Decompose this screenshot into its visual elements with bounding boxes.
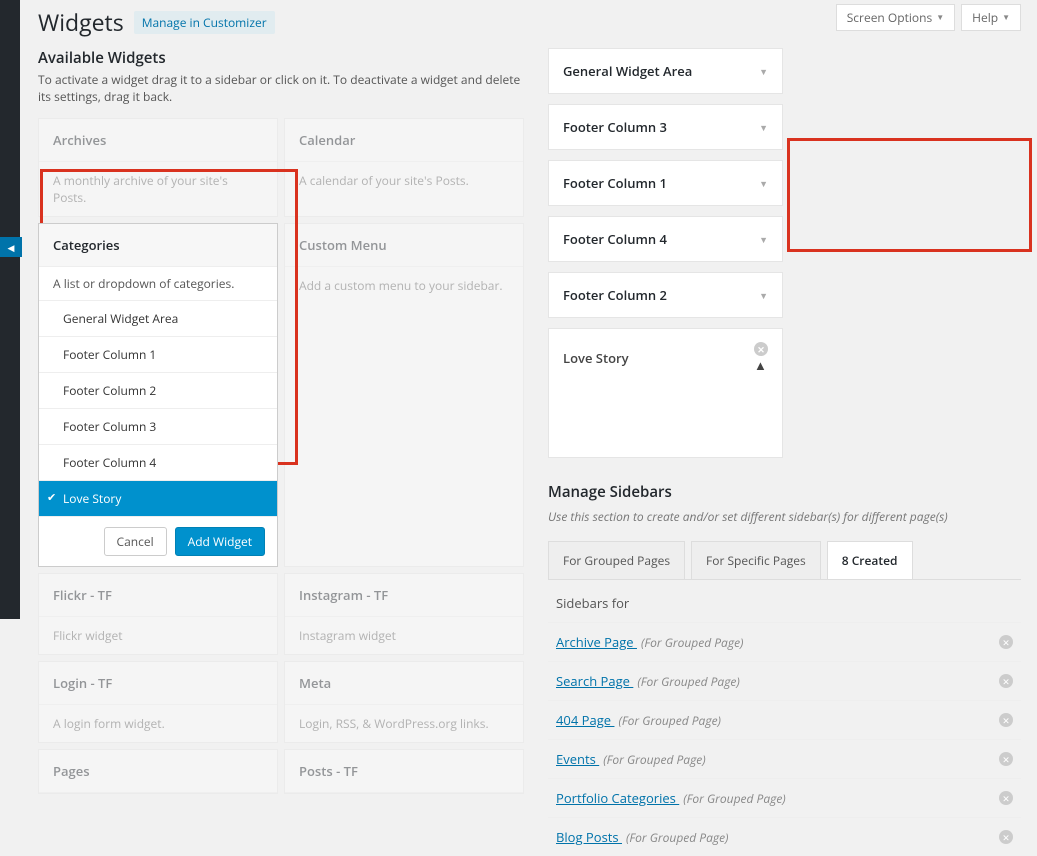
area-option[interactable]: Footer Column 3 [39, 409, 277, 445]
widget-archives[interactable]: Archives A monthly archive of your site'… [38, 118, 278, 217]
delete-icon[interactable]: ✕ [754, 342, 768, 356]
widget-pages[interactable]: Pages [38, 749, 278, 794]
sidebar-area[interactable]: General Widget Area▼ [548, 48, 783, 94]
sidebar-area[interactable]: Footer Column 1▼ [548, 160, 783, 206]
delete-icon[interactable]: ✕ [999, 674, 1013, 688]
manage-sidebars-desc: Use this section to create and/or set di… [548, 508, 1021, 525]
chevron-down-icon: ▼ [759, 177, 768, 190]
delete-icon[interactable]: ✕ [999, 752, 1013, 766]
sidebar-meta: (For Grouped Page) [626, 829, 729, 846]
sidebar-meta: (For Grouped Page) [637, 673, 740, 690]
sidebar-row: 404 Page (For Grouped Page) ✕ [548, 700, 1021, 739]
sidebar-meta: (For Grouped Page) [603, 751, 706, 768]
sidebar-area-open[interactable]: Love Story ✕ ▲ [548, 328, 783, 458]
sidebar-meta: (For Grouped Page) [641, 634, 744, 651]
tab-created[interactable]: 8 Created [827, 541, 913, 579]
sidebars-for-label: Sidebars for [548, 580, 1021, 622]
delete-icon[interactable]: ✕ [999, 830, 1013, 844]
sidebar-row: Portfolio Categories (For Grouped Page) ✕ [548, 778, 1021, 817]
delete-icon[interactable]: ✕ [999, 635, 1013, 649]
chevron-down-icon: ▼ [1002, 12, 1010, 23]
available-widgets-desc: To activate a widget drag it to a sideba… [38, 72, 528, 106]
add-widget-button[interactable]: Add Widget [175, 527, 265, 556]
area-option-selected[interactable]: Love Story [39, 481, 277, 517]
chevron-down-icon: ▼ [759, 289, 768, 302]
manage-in-customizer-link[interactable]: Manage in Customizer [134, 11, 275, 34]
sidebar-row: Blog Posts (For Grouped Page) ✕ [548, 817, 1021, 856]
sidebar-meta: (For Grouped Page) [683, 790, 786, 807]
screen-options-button[interactable]: Screen Options▼ [836, 4, 955, 31]
area-option[interactable]: Footer Column 2 [39, 373, 277, 409]
cancel-button[interactable]: Cancel [104, 527, 167, 556]
chevron-down-icon: ▼ [759, 65, 768, 78]
widget-meta[interactable]: Meta Login, RSS, & WordPress.org links. [284, 661, 524, 743]
delete-icon[interactable]: ✕ [999, 791, 1013, 805]
collapse-menu-icon[interactable] [0, 237, 22, 257]
area-option[interactable]: General Widget Area [39, 301, 277, 337]
sidebar-link[interactable]: Search Page [556, 672, 633, 690]
sidebar-link[interactable]: Archive Page [556, 633, 637, 651]
chevron-up-icon[interactable]: ▲ [754, 356, 767, 374]
sidebar-area[interactable]: Footer Column 4▼ [548, 216, 783, 262]
area-option[interactable]: Footer Column 4 [39, 445, 277, 481]
help-button[interactable]: Help▼ [961, 4, 1021, 31]
delete-icon[interactable]: ✕ [999, 713, 1013, 727]
widget-instagram[interactable]: Instagram - TF Instagram widget [284, 573, 524, 655]
widget-flickr[interactable]: Flickr - TF Flickr widget [38, 573, 278, 655]
widget-categories-open[interactable]: Categories A list or dropdown of categor… [38, 223, 278, 567]
sidebar-row: Events (For Grouped Page) ✕ [548, 739, 1021, 778]
sidebar-meta: (For Grouped Page) [618, 712, 721, 729]
sidebar-link[interactable]: 404 Page [556, 711, 614, 729]
chevron-down-icon: ▼ [759, 121, 768, 134]
chevron-down-icon: ▼ [936, 12, 944, 23]
manage-sidebars-heading: Manage Sidebars [548, 482, 1021, 502]
available-widgets-heading: Available Widgets [38, 48, 528, 68]
widget-calendar[interactable]: Calendar A calendar of your site's Posts… [284, 118, 524, 217]
chevron-down-icon: ▼ [759, 233, 768, 246]
sidebar-area[interactable]: Footer Column 2▼ [548, 272, 783, 318]
sidebar-link[interactable]: Events [556, 750, 599, 768]
widget-posts[interactable]: Posts - TF [284, 749, 524, 794]
area-option[interactable]: Footer Column 1 [39, 337, 277, 373]
widget-login[interactable]: Login - TF A login form widget. [38, 661, 278, 743]
sidebar-area[interactable]: Footer Column 3▼ [548, 104, 783, 150]
sidebar-row: Search Page (For Grouped Page) ✕ [548, 661, 1021, 700]
sidebar-link[interactable]: Portfolio Categories [556, 789, 679, 807]
tab-grouped[interactable]: For Grouped Pages [548, 541, 685, 579]
tab-specific[interactable]: For Specific Pages [691, 541, 821, 579]
sidebar-row: Archive Page (For Grouped Page) ✕ [548, 622, 1021, 661]
widget-custom-menu[interactable]: Custom Menu Add a custom menu to your si… [284, 223, 524, 567]
sidebar-link[interactable]: Blog Posts [556, 828, 622, 846]
